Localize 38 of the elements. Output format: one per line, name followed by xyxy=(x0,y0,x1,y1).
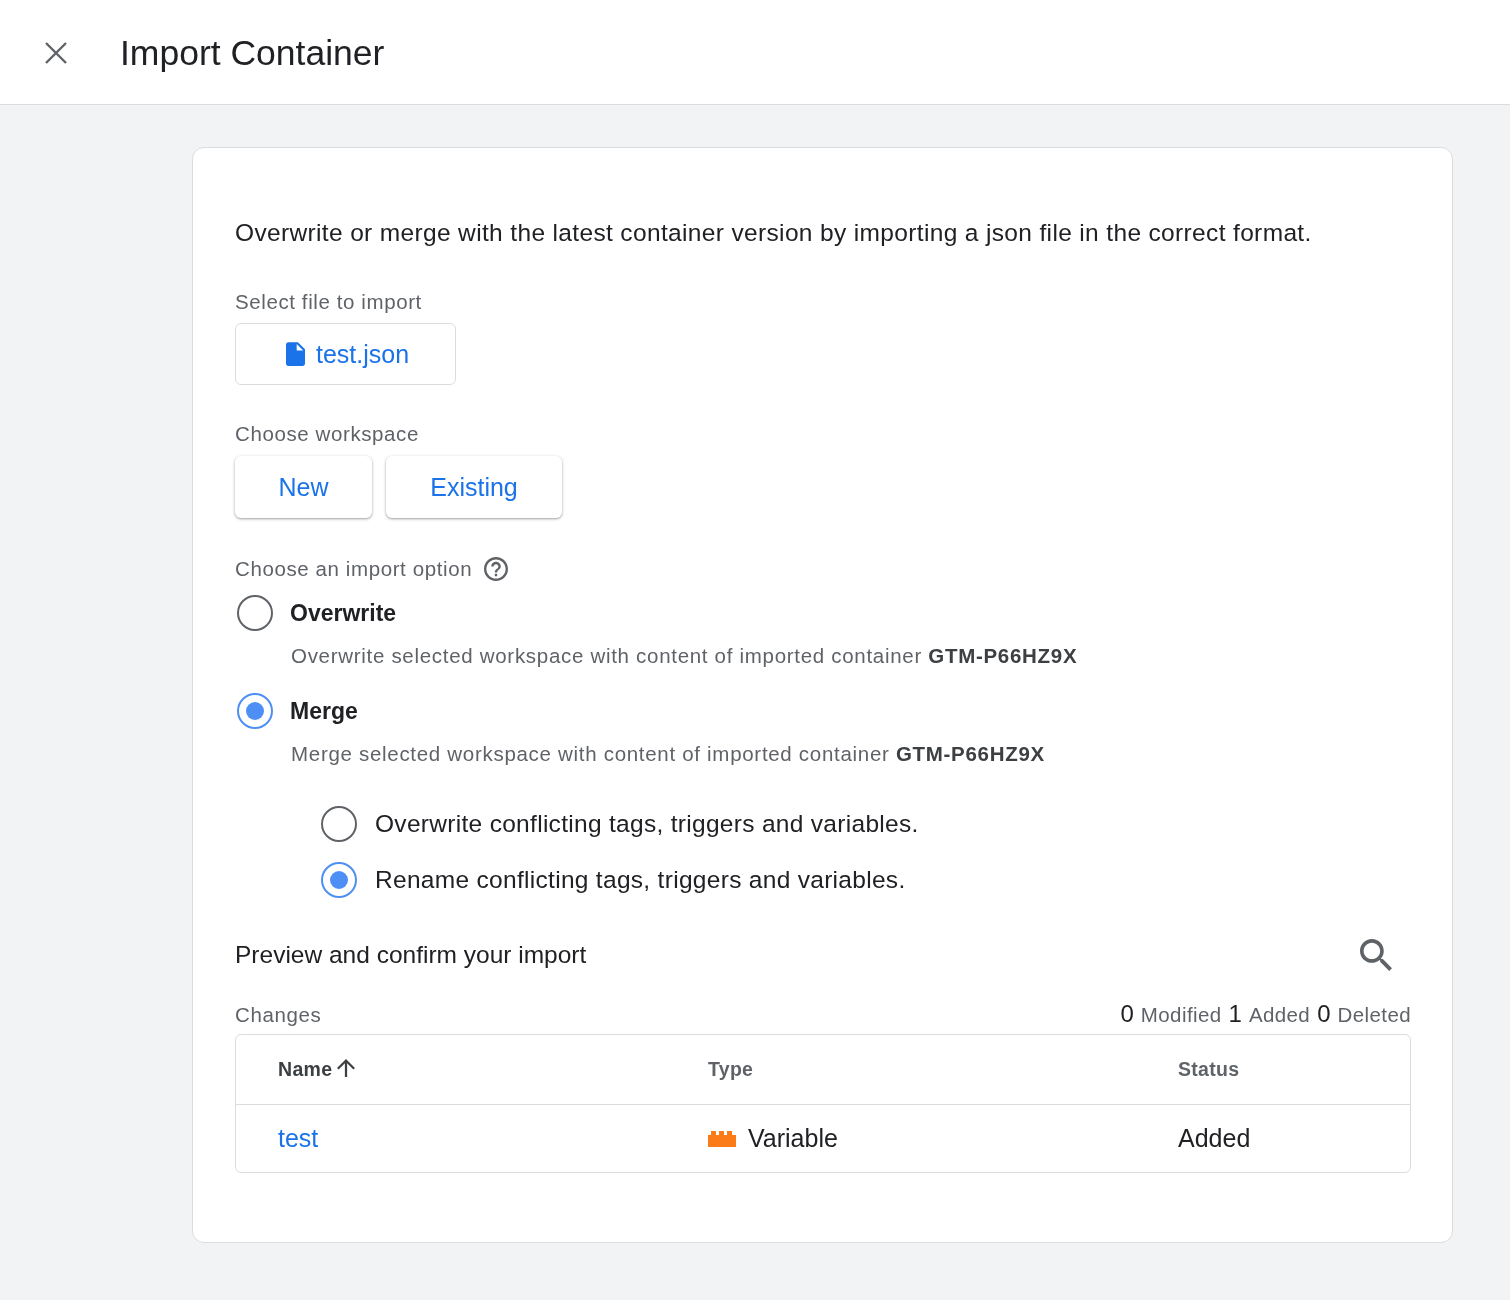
table-cell: Added xyxy=(1178,1124,1251,1153)
radio-button[interactable] xyxy=(237,693,273,729)
workspace-button[interactable]: New xyxy=(235,456,372,518)
change-count: 1 xyxy=(1228,1000,1242,1028)
field-label: Choose an import option xyxy=(235,556,473,582)
radio-button[interactable] xyxy=(321,806,357,842)
file-icon xyxy=(285,342,305,366)
option-label: Overwrite conflicting tags, triggers and variables. xyxy=(375,810,919,838)
option-description: Merge selected workspace with content of imported container GTM-P66HZ9X xyxy=(290,741,1046,767)
file-select-button[interactable]: test.json xyxy=(235,323,456,385)
column-header[interactable]: Type xyxy=(708,1058,754,1081)
change-label: Added xyxy=(1248,1003,1311,1027)
close-icon[interactable] xyxy=(44,41,68,65)
field-label: Select file to import xyxy=(235,289,423,315)
radio-button[interactable] xyxy=(321,862,357,898)
option-label: Merge xyxy=(290,697,358,725)
brick-icon xyxy=(708,1130,736,1147)
option-label: Overwrite xyxy=(290,599,397,627)
change-count: 0 xyxy=(1317,1000,1331,1028)
change-label: Deleted xyxy=(1337,1003,1411,1027)
radio-button[interactable] xyxy=(237,595,273,631)
column-header[interactable]: Name xyxy=(278,1058,333,1081)
help-icon[interactable] xyxy=(484,557,509,581)
item-link[interactable]: test xyxy=(278,1124,319,1153)
table-cell: Variable xyxy=(748,1124,838,1153)
change-count: 0 xyxy=(1120,1000,1134,1028)
search-icon[interactable] xyxy=(1360,939,1392,971)
arrow-up-icon[interactable] xyxy=(337,1058,356,1077)
intro-text: Overwrite or merge with the latest container version by importing a json file in the correct format. xyxy=(235,218,1313,248)
field-label: Choose workspace xyxy=(235,421,420,447)
page-title: Import Container xyxy=(120,32,385,74)
workspace-button[interactable]: Existing xyxy=(386,456,562,518)
section-title: Preview and confirm your import xyxy=(235,941,587,969)
change-label: Modified xyxy=(1140,1003,1222,1027)
changes-label: Changes xyxy=(235,1002,322,1028)
option-description: Overwrite selected workspace with content of imported container GTM-P66HZ9X xyxy=(290,643,1079,669)
column-header[interactable]: Status xyxy=(1178,1058,1240,1081)
option-label: Rename conflicting tags, triggers and variables. xyxy=(375,866,906,894)
